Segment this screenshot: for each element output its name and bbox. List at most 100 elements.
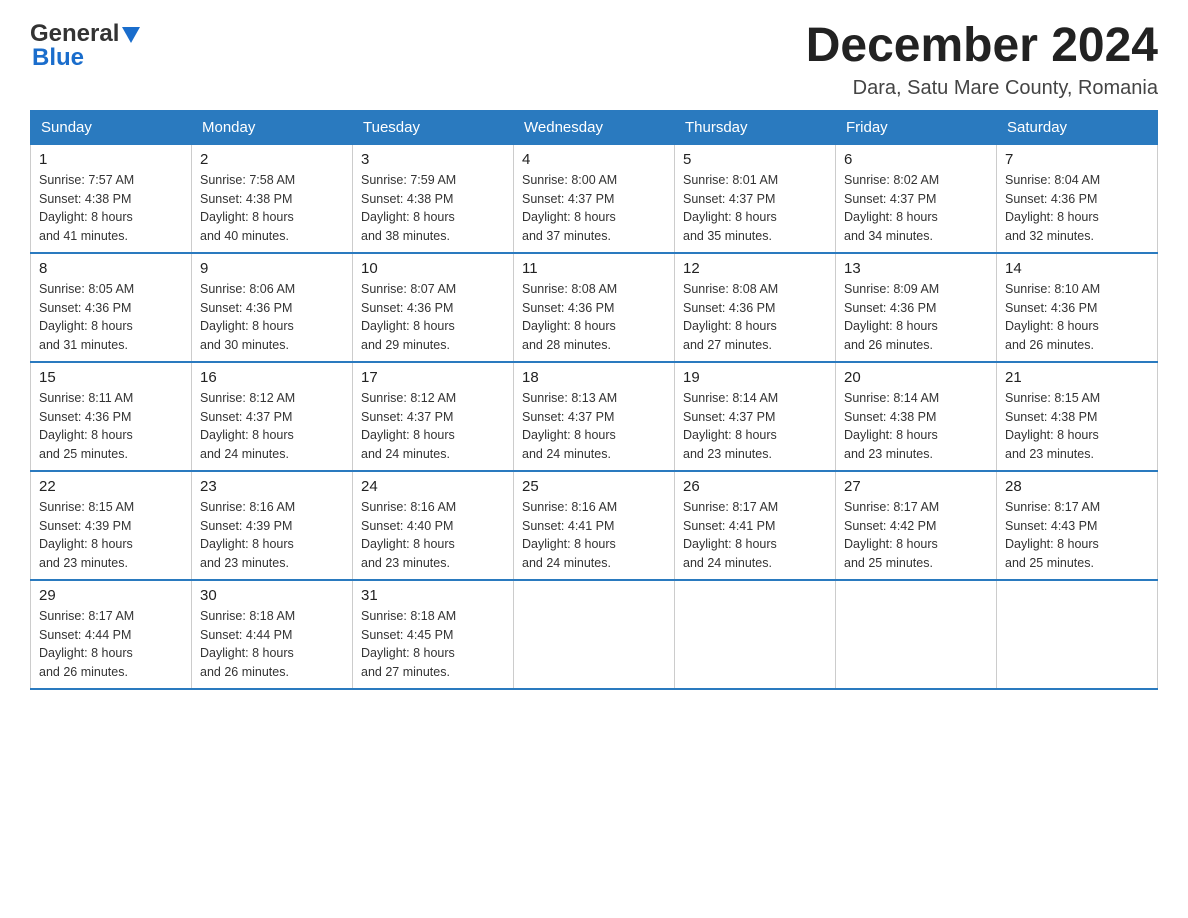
calendar-cell: 26 Sunrise: 8:17 AM Sunset: 4:41 PM Dayl… — [675, 471, 836, 580]
calendar-header-thursday: Thursday — [675, 110, 836, 144]
calendar-cell: 20 Sunrise: 8:14 AM Sunset: 4:38 PM Dayl… — [836, 362, 997, 471]
day-number: 28 — [1005, 478, 1149, 495]
calendar-cell: 14 Sunrise: 8:10 AM Sunset: 4:36 PM Dayl… — [997, 253, 1158, 362]
calendar-cell — [514, 580, 675, 689]
calendar-cell: 7 Sunrise: 8:04 AM Sunset: 4:36 PM Dayli… — [997, 144, 1158, 253]
day-info: Sunrise: 8:08 AM Sunset: 4:36 PM Dayligh… — [522, 280, 666, 355]
calendar-cell: 27 Sunrise: 8:17 AM Sunset: 4:42 PM Dayl… — [836, 471, 997, 580]
calendar-cell — [997, 580, 1158, 689]
calendar-cell — [836, 580, 997, 689]
calendar-cell: 9 Sunrise: 8:06 AM Sunset: 4:36 PM Dayli… — [192, 253, 353, 362]
calendar-cell: 22 Sunrise: 8:15 AM Sunset: 4:39 PM Dayl… — [31, 471, 192, 580]
day-number: 21 — [1005, 369, 1149, 386]
day-number: 20 — [844, 369, 988, 386]
day-number: 31 — [361, 587, 505, 604]
day-info: Sunrise: 7:58 AM Sunset: 4:38 PM Dayligh… — [200, 171, 344, 246]
day-number: 2 — [200, 151, 344, 168]
day-number: 15 — [39, 369, 183, 386]
day-number: 27 — [844, 478, 988, 495]
day-info: Sunrise: 8:04 AM Sunset: 4:36 PM Dayligh… — [1005, 171, 1149, 246]
day-info: Sunrise: 8:13 AM Sunset: 4:37 PM Dayligh… — [522, 389, 666, 464]
calendar-header-wednesday: Wednesday — [514, 110, 675, 144]
calendar-cell: 24 Sunrise: 8:16 AM Sunset: 4:40 PM Dayl… — [353, 471, 514, 580]
day-info: Sunrise: 8:18 AM Sunset: 4:44 PM Dayligh… — [200, 607, 344, 682]
calendar-header-row: SundayMondayTuesdayWednesdayThursdayFrid… — [31, 110, 1158, 144]
week-row-3: 15 Sunrise: 8:11 AM Sunset: 4:36 PM Dayl… — [31, 362, 1158, 471]
day-info: Sunrise: 8:02 AM Sunset: 4:37 PM Dayligh… — [844, 171, 988, 246]
calendar-cell: 19 Sunrise: 8:14 AM Sunset: 4:37 PM Dayl… — [675, 362, 836, 471]
day-number: 11 — [522, 260, 666, 277]
page-header: General Blue December 2024 Dara, Satu Ma… — [30, 20, 1158, 100]
calendar-header-sunday: Sunday — [31, 110, 192, 144]
calendar-cell: 8 Sunrise: 8:05 AM Sunset: 4:36 PM Dayli… — [31, 253, 192, 362]
calendar-cell: 31 Sunrise: 8:18 AM Sunset: 4:45 PM Dayl… — [353, 580, 514, 689]
day-info: Sunrise: 8:14 AM Sunset: 4:38 PM Dayligh… — [844, 389, 988, 464]
day-number: 1 — [39, 151, 183, 168]
day-info: Sunrise: 8:17 AM Sunset: 4:44 PM Dayligh… — [39, 607, 183, 682]
title-block: December 2024 Dara, Satu Mare County, Ro… — [806, 20, 1158, 100]
calendar-cell: 3 Sunrise: 7:59 AM Sunset: 4:38 PM Dayli… — [353, 144, 514, 253]
calendar-cell: 6 Sunrise: 8:02 AM Sunset: 4:37 PM Dayli… — [836, 144, 997, 253]
calendar-header-monday: Monday — [192, 110, 353, 144]
day-info: Sunrise: 8:07 AM Sunset: 4:36 PM Dayligh… — [361, 280, 505, 355]
day-info: Sunrise: 8:17 AM Sunset: 4:41 PM Dayligh… — [683, 498, 827, 573]
day-number: 9 — [200, 260, 344, 277]
day-number: 30 — [200, 587, 344, 604]
calendar-cell: 4 Sunrise: 8:00 AM Sunset: 4:37 PM Dayli… — [514, 144, 675, 253]
week-row-1: 1 Sunrise: 7:57 AM Sunset: 4:38 PM Dayli… — [31, 144, 1158, 253]
logo-blue-text: Blue — [32, 44, 84, 72]
calendar-cell: 30 Sunrise: 8:18 AM Sunset: 4:44 PM Dayl… — [192, 580, 353, 689]
day-info: Sunrise: 8:09 AM Sunset: 4:36 PM Dayligh… — [844, 280, 988, 355]
day-number: 16 — [200, 369, 344, 386]
day-info: Sunrise: 8:11 AM Sunset: 4:36 PM Dayligh… — [39, 389, 183, 464]
day-number: 4 — [522, 151, 666, 168]
day-info: Sunrise: 8:18 AM Sunset: 4:45 PM Dayligh… — [361, 607, 505, 682]
day-number: 10 — [361, 260, 505, 277]
day-number: 18 — [522, 369, 666, 386]
day-number: 6 — [844, 151, 988, 168]
calendar-header-saturday: Saturday — [997, 110, 1158, 144]
day-number: 22 — [39, 478, 183, 495]
day-number: 7 — [1005, 151, 1149, 168]
day-number: 19 — [683, 369, 827, 386]
calendar-cell: 18 Sunrise: 8:13 AM Sunset: 4:37 PM Dayl… — [514, 362, 675, 471]
month-title: December 2024 — [806, 20, 1158, 73]
calendar-cell: 15 Sunrise: 8:11 AM Sunset: 4:36 PM Dayl… — [31, 362, 192, 471]
week-row-2: 8 Sunrise: 8:05 AM Sunset: 4:36 PM Dayli… — [31, 253, 1158, 362]
day-number: 23 — [200, 478, 344, 495]
calendar-cell: 16 Sunrise: 8:12 AM Sunset: 4:37 PM Dayl… — [192, 362, 353, 471]
calendar-cell — [675, 580, 836, 689]
day-info: Sunrise: 8:16 AM Sunset: 4:41 PM Dayligh… — [522, 498, 666, 573]
logo-arrow-icon — [122, 27, 140, 43]
day-number: 3 — [361, 151, 505, 168]
day-number: 29 — [39, 587, 183, 604]
day-info: Sunrise: 8:16 AM Sunset: 4:39 PM Dayligh… — [200, 498, 344, 573]
calendar-cell: 25 Sunrise: 8:16 AM Sunset: 4:41 PM Dayl… — [514, 471, 675, 580]
day-info: Sunrise: 8:17 AM Sunset: 4:42 PM Dayligh… — [844, 498, 988, 573]
calendar-cell: 2 Sunrise: 7:58 AM Sunset: 4:38 PM Dayli… — [192, 144, 353, 253]
day-number: 17 — [361, 369, 505, 386]
calendar-header-friday: Friday — [836, 110, 997, 144]
calendar-cell: 10 Sunrise: 8:07 AM Sunset: 4:36 PM Dayl… — [353, 253, 514, 362]
calendar-cell: 12 Sunrise: 8:08 AM Sunset: 4:36 PM Dayl… — [675, 253, 836, 362]
day-info: Sunrise: 8:00 AM Sunset: 4:37 PM Dayligh… — [522, 171, 666, 246]
day-info: Sunrise: 8:17 AM Sunset: 4:43 PM Dayligh… — [1005, 498, 1149, 573]
day-number: 13 — [844, 260, 988, 277]
day-number: 14 — [1005, 260, 1149, 277]
day-info: Sunrise: 8:12 AM Sunset: 4:37 PM Dayligh… — [361, 389, 505, 464]
calendar-cell: 13 Sunrise: 8:09 AM Sunset: 4:36 PM Dayl… — [836, 253, 997, 362]
day-info: Sunrise: 7:57 AM Sunset: 4:38 PM Dayligh… — [39, 171, 183, 246]
day-info: Sunrise: 8:16 AM Sunset: 4:40 PM Dayligh… — [361, 498, 505, 573]
day-info: Sunrise: 8:08 AM Sunset: 4:36 PM Dayligh… — [683, 280, 827, 355]
day-info: Sunrise: 8:05 AM Sunset: 4:36 PM Dayligh… — [39, 280, 183, 355]
calendar-cell: 1 Sunrise: 7:57 AM Sunset: 4:38 PM Dayli… — [31, 144, 192, 253]
week-row-4: 22 Sunrise: 8:15 AM Sunset: 4:39 PM Dayl… — [31, 471, 1158, 580]
day-number: 25 — [522, 478, 666, 495]
calendar-cell: 29 Sunrise: 8:17 AM Sunset: 4:44 PM Dayl… — [31, 580, 192, 689]
day-number: 24 — [361, 478, 505, 495]
day-info: Sunrise: 8:12 AM Sunset: 4:37 PM Dayligh… — [200, 389, 344, 464]
day-number: 26 — [683, 478, 827, 495]
location-title: Dara, Satu Mare County, Romania — [806, 77, 1158, 100]
day-info: Sunrise: 8:14 AM Sunset: 4:37 PM Dayligh… — [683, 389, 827, 464]
day-number: 12 — [683, 260, 827, 277]
